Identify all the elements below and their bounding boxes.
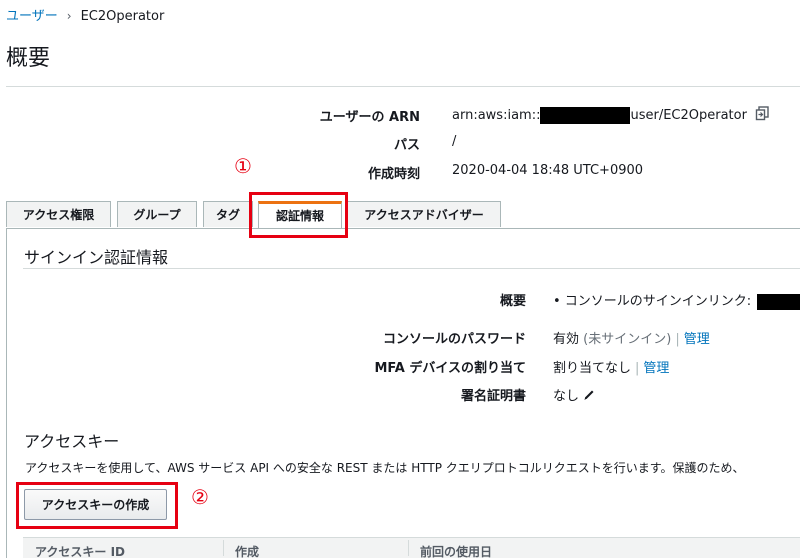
- mfa-value: 割り当てなし | 管理: [553, 357, 669, 376]
- tab-access-advisor[interactable]: アクセスアドバイザー: [347, 201, 501, 227]
- signin-summary-label: 概要: [499, 294, 526, 309]
- access-keys-title: アクセスキー: [24, 432, 120, 451]
- access-keys-table-header: アクセスキー ID 作成 前回の使用日: [23, 537, 800, 560]
- arn-value: arn:aws:iam:: user/EC2Operator: [452, 106, 770, 125]
- mfa-status: 割り当てなし: [553, 361, 632, 376]
- divider: [23, 268, 800, 269]
- annotation-marker-1: ①: [234, 154, 252, 178]
- annotation-marker-2: ②: [191, 485, 209, 509]
- password-status: 有効: [553, 332, 580, 347]
- signin-summary-value: • コンソールのサインインリンク:: [553, 290, 800, 310]
- pencil-icon[interactable]: [583, 388, 596, 405]
- created-value: 2020-04-04 18:48 UTC+0900: [452, 163, 644, 178]
- redacted-block: [757, 293, 800, 310]
- console-password-label: コンソールのパスワード: [382, 332, 526, 347]
- console-password-value: 有効 (未サインイン) | 管理: [553, 328, 710, 347]
- path-value: /: [452, 134, 457, 149]
- column-header-last-used[interactable]: 前回の使用日: [420, 543, 492, 560]
- copy-icon[interactable]: [755, 106, 770, 125]
- divider: [6, 86, 800, 87]
- arn-prefix: arn:aws:iam::: [452, 108, 541, 123]
- annotation-highlight-tab: [249, 192, 348, 238]
- redacted-block: [540, 107, 631, 124]
- breadcrumb-users-link[interactable]: ユーザー: [6, 9, 58, 24]
- tab-bar: アクセス権限 グループ タグ 認証情報 アクセスアドバイザー: [6, 201, 800, 229]
- breadcrumb-separator: ›: [66, 9, 72, 23]
- breadcrumb-current: EC2Operator: [80, 9, 165, 24]
- mfa-label: MFA デバイスの割り当て: [374, 361, 526, 376]
- access-keys-description: アクセスキーを使用して、AWS サービス API への安全な REST または …: [25, 461, 745, 475]
- manage-password-link[interactable]: 管理: [684, 332, 710, 347]
- separator: |: [675, 332, 680, 347]
- arn-suffix: user/EC2Operator: [630, 108, 747, 123]
- breadcrumb: ユーザー › EC2Operator: [6, 5, 164, 24]
- password-note: (未サインイン): [583, 332, 672, 347]
- manage-mfa-link[interactable]: 管理: [643, 361, 669, 376]
- signin-section-title: サインイン認証情報: [24, 248, 169, 267]
- tab-tags[interactable]: タグ: [203, 201, 253, 227]
- signing-cert-value: なし: [553, 385, 596, 405]
- console-signin-link-label: • コンソールのサインインリンク:: [553, 294, 752, 309]
- separator: |: [635, 361, 640, 376]
- tab-groups[interactable]: グループ: [117, 201, 197, 227]
- tab-permissions[interactable]: アクセス権限: [6, 201, 111, 227]
- path-label: パス: [393, 138, 420, 153]
- page-title: 概要: [6, 46, 51, 71]
- signing-cert-label: 署名証明書: [460, 389, 526, 404]
- created-label: 作成時刻: [367, 167, 420, 182]
- column-header-key-id[interactable]: アクセスキー ID: [35, 543, 125, 560]
- annotation-highlight-button: [16, 482, 178, 529]
- signing-cert-status: なし: [553, 389, 580, 404]
- column-header-created[interactable]: 作成: [235, 543, 259, 560]
- arn-label: ユーザーの ARN: [319, 110, 420, 125]
